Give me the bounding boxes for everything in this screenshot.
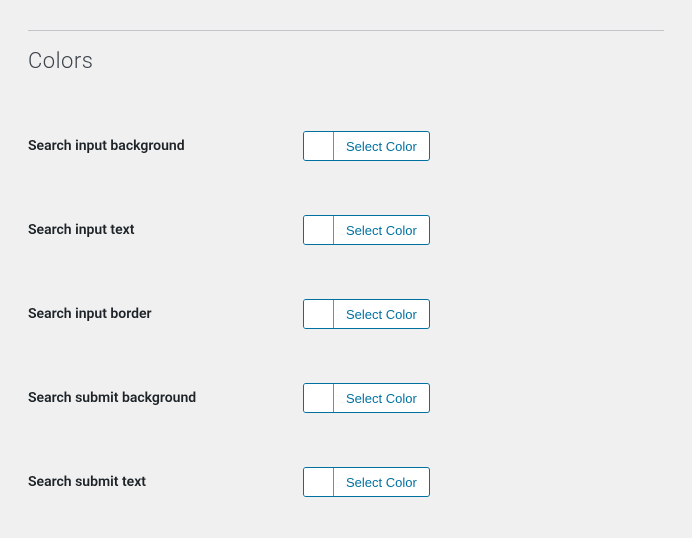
row-search-input-text: Search input text Select Color <box>0 188 692 272</box>
color-picker-search-input-background[interactable]: Select Color <box>303 131 430 161</box>
row-search-input-background: Search input background Select Color <box>0 104 692 188</box>
section-title: Colors <box>28 49 664 74</box>
color-swatch-icon <box>304 132 334 160</box>
color-picker-search-input-border[interactable]: Select Color <box>303 299 430 329</box>
color-swatch-icon <box>304 216 334 244</box>
label-search-input-border: Search input border <box>28 306 303 322</box>
label-search-input-text: Search input text <box>28 222 303 238</box>
color-button-label: Select Color <box>334 391 429 406</box>
color-swatch-icon <box>304 300 334 328</box>
section-divider <box>28 30 664 31</box>
color-button-label: Select Color <box>334 223 429 238</box>
color-picker-search-submit-text[interactable]: Select Color <box>303 467 430 497</box>
label-search-submit-text: Search submit text <box>28 474 303 490</box>
color-swatch-icon <box>304 468 334 496</box>
label-search-input-background: Search input background <box>28 138 303 154</box>
label-search-submit-background: Search submit background <box>28 390 303 406</box>
color-button-label: Select Color <box>334 307 429 322</box>
color-picker-search-submit-background[interactable]: Select Color <box>303 383 430 413</box>
color-button-label: Select Color <box>334 475 429 490</box>
row-search-input-border: Search input border Select Color <box>0 272 692 356</box>
color-button-label: Select Color <box>334 139 429 154</box>
color-picker-search-input-text[interactable]: Select Color <box>303 215 430 245</box>
row-search-submit-text: Search submit text Select Color <box>0 440 692 524</box>
color-swatch-icon <box>304 384 334 412</box>
colors-settings-table: Search input background Select Color Sea… <box>0 104 692 524</box>
row-search-submit-background: Search submit background Select Color <box>0 356 692 440</box>
